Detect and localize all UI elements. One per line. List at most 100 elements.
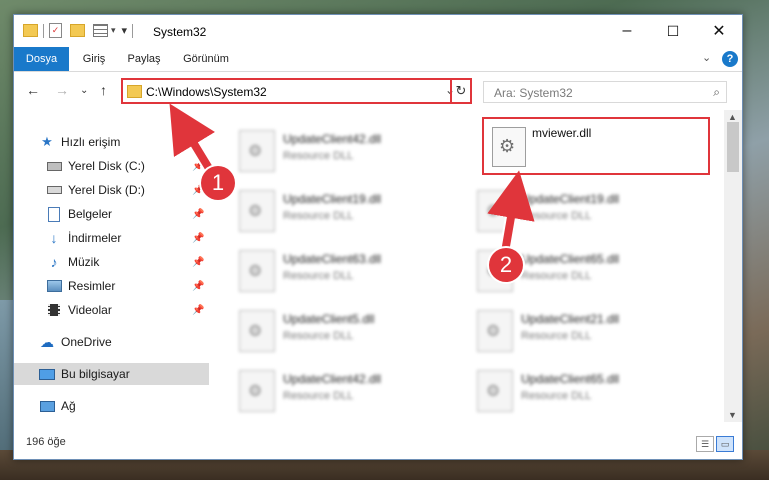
- address-bar[interactable]: C:\Windows\System32 ⌄: [121, 78, 472, 104]
- file-name: UpdateClient63.dll: [283, 252, 382, 266]
- pin-icon[interactable]: 📌: [192, 209, 204, 220]
- refresh-button[interactable]: ↻: [450, 78, 472, 104]
- tab-paylas[interactable]: Paylaş: [118, 47, 170, 71]
- dll-file-icon: [239, 250, 275, 292]
- file-type: Resource DLL: [283, 210, 354, 222]
- pin-icon[interactable]: 📌: [192, 161, 204, 172]
- view-options-icon[interactable]: [93, 24, 108, 37]
- sidebar-item-label: Ağ: [61, 399, 76, 413]
- sidebar-item-label: Belgeler: [68, 207, 113, 221]
- sidebar-item-label: Hızlı erişim: [61, 135, 121, 149]
- back-arrow-icon[interactable]: ←: [26, 82, 40, 98]
- sidebar-item-onedrive[interactable]: ☁ OneDrive: [14, 331, 209, 353]
- scroll-up-arrow-icon[interactable]: ▲: [728, 112, 737, 122]
- sidebar-item-quick-access[interactable]: ★ Hızlı erişim: [14, 131, 209, 153]
- videos-icon: [46, 302, 62, 318]
- pin-icon[interactable]: 📌: [192, 233, 204, 244]
- file-list: UpdateClient42.dll Resource DLL UpdateCl…: [209, 110, 724, 422]
- dll-file-icon: [477, 310, 513, 352]
- ribbon-expand-chevron-icon[interactable]: ⌄: [702, 51, 711, 64]
- navigation-pane: ★ Hızlı erişim Yerel Disk (C:) 📌 Yerel D…: [14, 110, 209, 422]
- help-button[interactable]: ?: [722, 51, 738, 67]
- tab-giris[interactable]: Giriş: [70, 47, 118, 71]
- pin-icon[interactable]: 📌: [192, 257, 204, 268]
- customize-toolbar-chevron-icon[interactable]: ▾: [111, 25, 116, 36]
- search-box[interactable]: Ara: System32 ⌕: [483, 81, 727, 103]
- file-item[interactable]: UpdateClient63.dll Resource DLL: [239, 246, 469, 300]
- drive-icon: [46, 182, 62, 198]
- dll-file-icon: [239, 310, 275, 352]
- sidebar-item-local-disk-d[interactable]: Yerel Disk (D:) 📌: [14, 179, 209, 201]
- scroll-down-arrow-icon[interactable]: ▼: [728, 410, 737, 420]
- scrollbar-thumb[interactable]: [727, 122, 739, 172]
- up-arrow-icon[interactable]: ↑: [100, 82, 107, 98]
- file-explorer-window: ✓ ▾ ▾ System32 – ☐ ✕ Dosya Giriş Paylaş …: [13, 14, 743, 460]
- item-count: 196 öğe: [26, 436, 66, 448]
- tab-gorunum[interactable]: Görünüm: [170, 47, 242, 71]
- new-folder-icon[interactable]: [70, 24, 85, 37]
- cloud-icon: ☁: [40, 333, 54, 350]
- file-name: UpdateClient65.dll: [521, 252, 620, 266]
- folder-icon: [127, 85, 142, 98]
- file-item[interactable]: UpdateClient65.dll Resource DLL: [477, 366, 707, 420]
- properties-icon[interactable]: ✓: [49, 23, 62, 38]
- folder-icon: [23, 24, 38, 37]
- minimize-button[interactable]: –: [604, 15, 650, 47]
- drive-icon: [46, 158, 62, 174]
- vertical-scrollbar[interactable]: ▲ ▼: [724, 110, 742, 422]
- callout-badge-2: 2: [489, 248, 523, 282]
- file-name: UpdateClient65.dll: [521, 372, 620, 386]
- toolbar-separator: [132, 23, 134, 38]
- file-item[interactable]: UpdateClient19.dll Resource DLL: [239, 186, 469, 240]
- ribbon-tabs: Dosya Giriş Paylaş Görünüm ⌄ ?: [14, 47, 742, 72]
- pin-icon[interactable]: 📌: [192, 305, 204, 316]
- dll-file-icon: [477, 370, 513, 412]
- documents-icon: [46, 206, 62, 222]
- recent-locations-chevron-icon[interactable]: ⌄: [80, 85, 88, 96]
- file-item[interactable]: UpdateClient42.dll Resource DLL: [239, 126, 469, 180]
- dll-file-icon: [239, 130, 275, 172]
- close-button[interactable]: ✕: [696, 15, 742, 47]
- highlighted-file-item[interactable]: ⚙ mviewer.dll: [482, 117, 710, 175]
- navigation-bar: ← → ⌄ ↑ C:\Windows\System32 ⌄ ↻ Ara: Sys…: [14, 72, 742, 110]
- sidebar-item-music[interactable]: ♪ Müzik 📌: [14, 251, 209, 273]
- forward-arrow-icon[interactable]: →: [55, 82, 69, 98]
- sidebar-item-this-pc[interactable]: Bu bilgisayar: [14, 363, 209, 385]
- customize-toolbar-icon[interactable]: ▾: [122, 24, 128, 37]
- sidebar-item-videos[interactable]: Videolar 📌: [14, 299, 209, 321]
- file-type: Resource DLL: [521, 330, 592, 342]
- large-icons-view-icon[interactable]: ▭: [716, 436, 734, 452]
- file-type: Resource DLL: [283, 330, 354, 342]
- download-icon: ↓: [50, 230, 58, 246]
- callout-badge-1: 1: [201, 166, 235, 200]
- file-type: Resource DLL: [283, 150, 354, 162]
- tab-dosya[interactable]: Dosya: [14, 47, 69, 71]
- sidebar-item-label: Resimler: [68, 279, 116, 293]
- sidebar-item-label: Bu bilgisayar: [61, 367, 130, 381]
- file-type: Resource DLL: [521, 390, 592, 402]
- toolbar-separator: [43, 23, 44, 38]
- sidebar-item-pictures[interactable]: Resimler 📌: [14, 275, 209, 297]
- sidebar-item-network[interactable]: Ağ: [14, 395, 209, 417]
- file-item[interactable]: UpdateClient42.dll Resource DLL: [239, 366, 469, 420]
- sidebar-item-label: Yerel Disk (C:): [68, 159, 145, 173]
- maximize-button[interactable]: ☐: [650, 15, 696, 47]
- sidebar-item-downloads[interactable]: ↓ İndirmeler 📌: [14, 227, 209, 249]
- pin-icon[interactable]: 📌: [192, 281, 204, 292]
- sidebar-item-local-disk-c[interactable]: Yerel Disk (C:) 📌: [14, 155, 209, 177]
- file-item[interactable]: UpdateClient21.dll Resource DLL: [477, 306, 707, 360]
- dll-file-icon: [477, 190, 513, 232]
- dll-file-icon: [239, 370, 275, 412]
- search-icon[interactable]: ⌕: [713, 85, 720, 100]
- file-name: UpdateClient19.dll: [283, 192, 382, 206]
- file-name: UpdateClient42.dll: [283, 132, 382, 146]
- file-type: Resource DLL: [283, 270, 354, 282]
- file-item[interactable]: UpdateClient19.dll Resource DLL: [477, 186, 707, 240]
- title-bar: ✓ ▾ ▾ System32 – ☐ ✕: [14, 15, 742, 47]
- network-icon: [39, 398, 55, 414]
- details-view-icon[interactable]: ☰: [696, 436, 714, 452]
- address-path[interactable]: C:\Windows\System32: [146, 85, 267, 99]
- file-item[interactable]: UpdateClient5.dll Resource DLL: [239, 306, 469, 360]
- sidebar-item-label: Yerel Disk (D:): [68, 183, 145, 197]
- sidebar-item-documents[interactable]: Belgeler 📌: [14, 203, 209, 225]
